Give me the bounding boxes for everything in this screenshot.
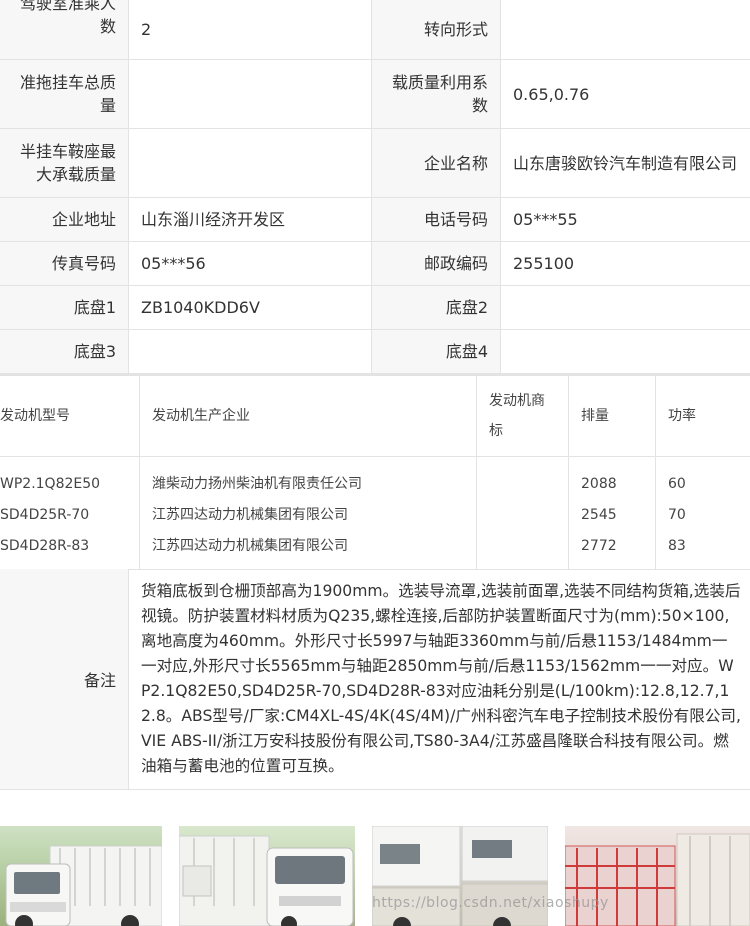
engine-power: 70 — [668, 507, 686, 523]
truck-photo[interactable] — [179, 826, 355, 926]
engine-model-col: WP2.1Q82E50 SD4D25R-70 SD4D28R-83 — [0, 457, 139, 569]
spec-label: 底盘4 — [372, 330, 500, 373]
spec-value — [128, 60, 372, 128]
spec-value: 山东唐骏欧铃汽车制造有限公司 — [500, 129, 750, 197]
remark-label: 备注 — [0, 569, 128, 789]
engine-header-model: 发动机型号 — [0, 408, 70, 424]
engine-model: SD4D25R-70 — [0, 507, 90, 523]
engine-body: WP2.1Q82E50 SD4D25R-70 SD4D28R-83 潍柴动力扬州… — [0, 457, 750, 570]
engine-maker: 江苏四达动力机械集团有限公司 — [152, 538, 348, 554]
spec-row: 底盘3 底盘4 — [0, 330, 750, 376]
spec-label: 企业名称 — [372, 129, 500, 197]
spec-row: 准拖挂车总质量 载质量利用系数 0.65,0.76 — [0, 60, 750, 129]
remark-row: 备注 货箱底板到仓栅顶部高为1900mm。选装导流罩,选装前面罩,选装不同结构货… — [0, 569, 750, 790]
engine-header-row: 发动机型号 发动机生产企业 发动机商标 排量 功率 — [0, 376, 750, 457]
truck-photo[interactable] — [372, 826, 548, 926]
engine-brand — [477, 469, 568, 500]
engine-maker: 江苏四达动力机械集团有限公司 — [152, 507, 348, 523]
engine-maker: 潍柴动力扬州柴油机有限责任公司 — [152, 476, 362, 492]
engine-brand — [477, 500, 568, 531]
spec-row: 底盘1 ZB1040KDD6V 底盘2 — [0, 286, 750, 330]
engine-displacement-col: 2088 2545 2772 — [568, 457, 655, 569]
engine-maker-col: 潍柴动力扬州柴油机有限责任公司 江苏四达动力机械集团有限公司 江苏四达动力机械集… — [139, 457, 476, 569]
spec-label: 传真号码 — [0, 242, 128, 285]
engine-brand-col — [476, 457, 568, 569]
spec-value: 山东淄川经济开发区 — [128, 198, 372, 241]
spec-label: 驾驶室准乘人数 — [0, 0, 128, 59]
engine-power: 83 — [668, 538, 686, 554]
spec-value — [500, 286, 750, 329]
engine-displacement: 2772 — [581, 538, 617, 554]
spec-value — [128, 330, 372, 373]
truck-front-side-image — [5, 845, 162, 926]
engine-power: 60 — [668, 476, 686, 492]
watermark-text: https://blog.csdn.net/xiaoshupy — [372, 895, 609, 911]
engine-displacement: 2545 — [581, 507, 617, 523]
engine-power-col: 60 70 83 — [655, 457, 750, 569]
truck-rear-image — [565, 833, 750, 926]
truck-photo[interactable] — [565, 826, 750, 926]
spec-row: 企业地址 山东淄川经济开发区 电话号码 05***55 — [0, 198, 750, 242]
engine-model: SD4D28R-83 — [0, 538, 90, 554]
spec-row: 传真号码 05***56 邮政编码 255100 — [0, 242, 750, 286]
spec-value: 255100 — [500, 242, 750, 285]
spec-value: 0.65,0.76 — [500, 60, 750, 128]
engine-header-power: 功率 — [655, 376, 750, 456]
engine-header-maker: 发动机生产企业 — [139, 376, 476, 456]
spec-label: 转向形式 — [372, 0, 500, 59]
engine-model: WP2.1Q82E50 — [0, 476, 101, 492]
remark-text: 货箱底板到仓栅顶部高为1900mm。选装导流罩,选装前面罩,选装不同结构货箱,选… — [128, 569, 750, 789]
spec-label: 企业地址 — [0, 198, 128, 241]
spec-label: 半挂车鞍座最大承载质量 — [0, 129, 128, 197]
spec-label: 邮政编码 — [372, 242, 500, 285]
truck-photo-strip — [0, 826, 750, 926]
spec-label: 底盘2 — [372, 286, 500, 329]
engine-header-displacement: 排量 — [568, 376, 655, 456]
spec-row: 驾驶室准乘人数 2 转向形式 — [0, 0, 750, 60]
spec-label: 底盘1 — [0, 286, 128, 329]
spec-value — [128, 129, 372, 197]
spec-value — [500, 330, 750, 373]
spec-value: 05***56 — [128, 242, 372, 285]
spec-label: 准拖挂车总质量 — [0, 60, 128, 128]
spec-label: 载质量利用系数 — [372, 60, 500, 128]
truck-photo[interactable] — [0, 826, 162, 926]
spec-label: 电话号码 — [372, 198, 500, 241]
spec-table: 驾驶室准乘人数 2 转向形式 准拖挂车总质量 载质量利用系数 0.65,0.76… — [0, 0, 750, 376]
spec-value — [500, 0, 750, 59]
spec-value: 05***55 — [500, 198, 750, 241]
spec-value: ZB1040KDD6V — [128, 286, 372, 329]
spec-row: 半挂车鞍座最大承载质量 企业名称 山东唐骏欧铃汽车制造有限公司 — [0, 129, 750, 198]
truck-front-image — [179, 835, 354, 926]
spec-value: 2 — [128, 0, 372, 59]
truck-cabin-image — [372, 826, 548, 926]
engine-displacement: 2088 — [581, 476, 617, 492]
spec-label: 底盘3 — [0, 330, 128, 373]
engine-brand — [477, 531, 568, 562]
engine-table: 发动机型号 发动机生产企业 发动机商标 排量 功率 WP2.1Q82E50 SD… — [0, 376, 750, 570]
engine-header-brand: 发动机商标 — [476, 376, 568, 456]
